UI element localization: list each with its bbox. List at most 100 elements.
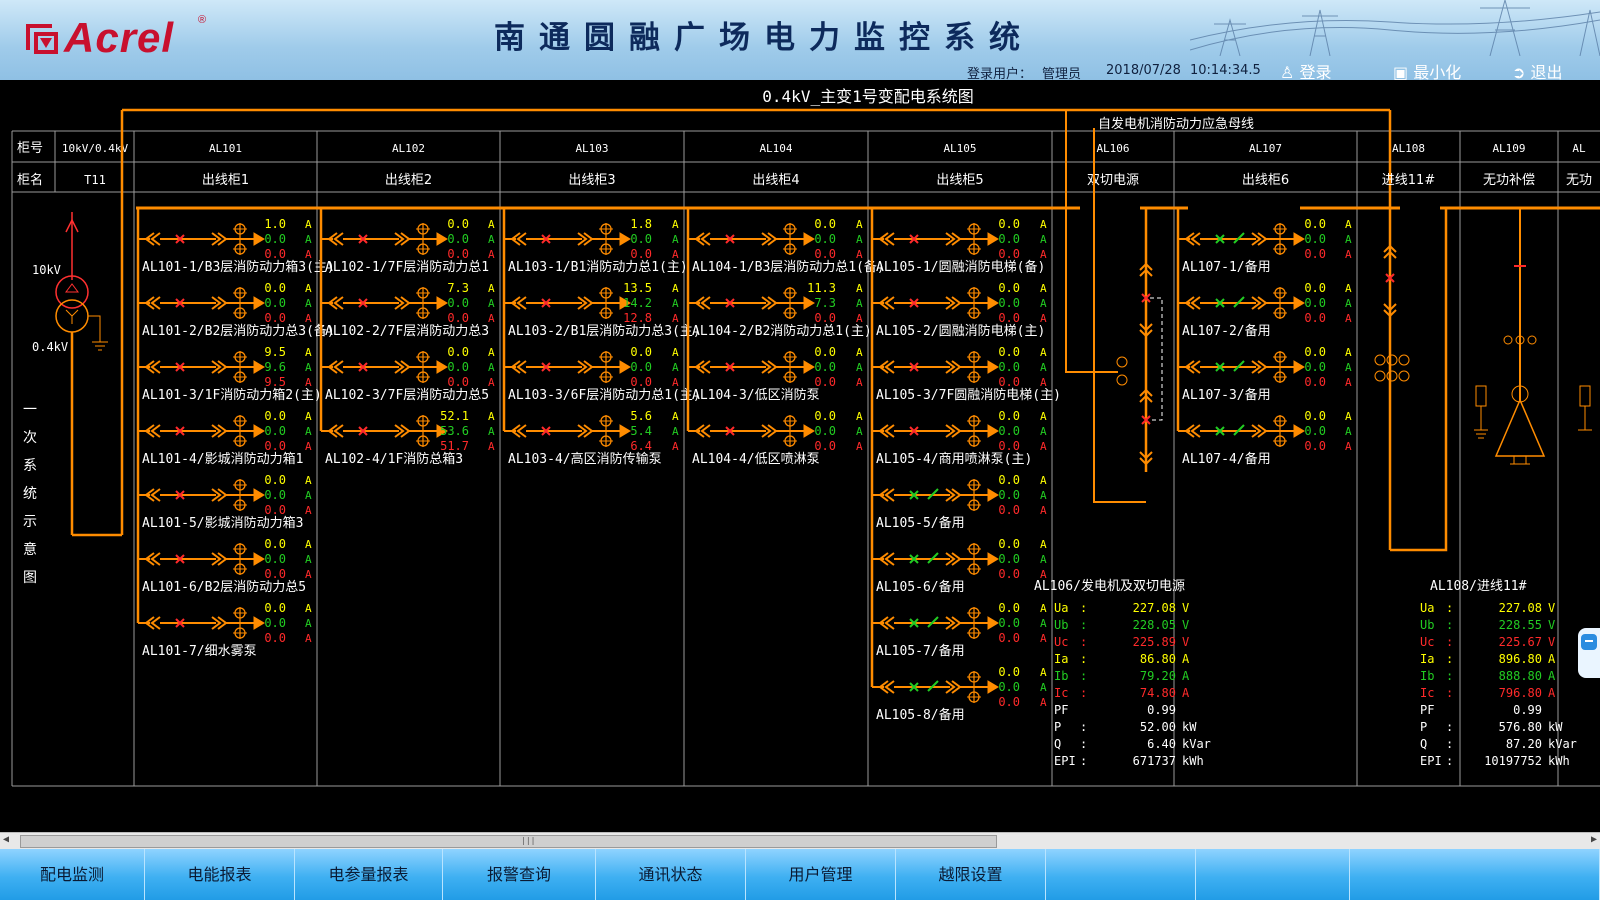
- unit-a: A: [305, 632, 312, 645]
- feeder-label: AL104-2/B2消防动力总1(主): [692, 323, 872, 339]
- feeder-row[interactable]: 0.00.00.0AAAAL105-7/备用: [872, 601, 1047, 659]
- meter-value: 227.08: [1133, 601, 1176, 615]
- feeder-label: AL101-6/B2层消防动力总5: [142, 579, 306, 595]
- nav-item[interactable]: 配电监测: [0, 849, 145, 900]
- feeder-row[interactable]: 0.00.00.0AAAAL102-1/7F层消防动力总1: [321, 217, 495, 275]
- phase-c-current: 0.0: [814, 375, 836, 389]
- transformer-cabinet-no: 10kV/0.4kV: [62, 142, 129, 155]
- feeder-row[interactable]: 52.153.651.7AAAAL102-4/1F消防总箱3: [321, 409, 495, 467]
- unit-a: A: [856, 410, 863, 423]
- feeder-row[interactable]: 7.30.00.0AAAAL102-2/7F层消防动力总3: [321, 281, 495, 339]
- unit-a: A: [1345, 425, 1352, 438]
- phase-a-current: 0.0: [998, 281, 1020, 295]
- nav-item[interactable]: [1046, 849, 1196, 900]
- side-chat-tab[interactable]: [1578, 628, 1600, 678]
- unit-a: A: [672, 218, 679, 231]
- feeder-row[interactable]: 0.00.00.0AAAAL105-8/备用: [872, 665, 1047, 723]
- phase-c-current: 0.0: [630, 375, 652, 389]
- login-button[interactable]: ♙ 登录: [1280, 59, 1331, 80]
- phase-c-current: 0.0: [1304, 439, 1326, 453]
- nav-item[interactable]: [1196, 849, 1350, 900]
- meter-value: 225.89: [1133, 635, 1176, 649]
- phase-a-current: 11.3: [807, 281, 836, 295]
- feeder-row[interactable]: 0.00.00.0AAAAL107-2/备用: [1178, 281, 1352, 339]
- minimize-button[interactable]: ▣ 最小化: [1393, 59, 1461, 80]
- exit-button[interactable]: ➲ 退出: [1512, 59, 1563, 80]
- arrow-icon: [253, 360, 265, 374]
- feeder-label: AL107-2/备用: [1182, 323, 1271, 339]
- feeder-row[interactable]: 0.00.00.0AAAAL101-6/B2层消防动力总5: [138, 537, 312, 595]
- feeder-row[interactable]: 0.00.00.0AAAAL107-1/备用: [1178, 217, 1352, 275]
- feeder-row[interactable]: 0.00.00.0AAAAL104-4/低区喷淋泵: [688, 409, 863, 467]
- exit-icon: ➲: [1512, 63, 1526, 80]
- phase-c-current: 51.7: [440, 439, 469, 453]
- registered-mark: ®: [198, 14, 207, 26]
- unit-a: A: [305, 361, 312, 374]
- feeder-row[interactable]: 5.65.46.4AAAAL103-4/高区消防传输泵: [504, 409, 679, 467]
- nav-item[interactable]: 越限设置: [896, 849, 1046, 900]
- feeder-row[interactable]: 0.00.00.0AAAAL105-1/圆融消防电梯(备): [872, 217, 1047, 275]
- scroll-left-icon[interactable]: ◀: [3, 834, 15, 847]
- unit-a: A: [1040, 361, 1047, 374]
- feeder-row[interactable]: 0.00.00.0AAAAL101-4/影城消防动力箱1: [138, 409, 312, 467]
- meter-value: 888.80: [1499, 669, 1542, 683]
- phase-a-current: 0.0: [998, 217, 1020, 231]
- feeder-row[interactable]: 0.00.00.0AAAAL104-1/B3层消防动力总1(备): [688, 217, 885, 275]
- horizontal-scrollbar[interactable]: ◀ ||| ▶: [0, 832, 1600, 849]
- unit-a: A: [1345, 376, 1352, 389]
- feeder-row[interactable]: 0.00.00.0AAAAL105-5/备用: [872, 473, 1047, 531]
- feeder-row[interactable]: 11.37.30.0AAAAL104-2/B2消防动力总1(主): [688, 281, 872, 339]
- feeder-row[interactable]: 1.80.00.0AAAAL103-1/B1消防动力总1(主): [504, 217, 688, 275]
- phase-c-current: 0.0: [447, 311, 469, 325]
- ct-icon: [1386, 354, 1398, 366]
- feeder-row[interactable]: 0.00.00.0AAAAL104-3/低区消防泵: [688, 345, 863, 403]
- feeder-row[interactable]: 1.00.00.0AAAAL101-1/B3层消防动力箱3(主): [138, 217, 335, 275]
- scroll-thumb[interactable]: |||: [20, 835, 997, 848]
- cabinet-name: 出线柜4: [752, 173, 799, 188]
- ct-icon: [1374, 354, 1386, 366]
- meter-sep: :: [1080, 601, 1087, 615]
- meter-unit: A: [1548, 652, 1556, 666]
- unit-a: A: [672, 425, 679, 438]
- feeder-row[interactable]: 0.00.00.0AAAAL105-6/备用: [872, 537, 1047, 595]
- feeder-row[interactable]: 0.00.00.0AAAAL105-2/圆融消防电梯(主): [872, 281, 1047, 339]
- unit-a: A: [1345, 233, 1352, 246]
- unit-a: A: [305, 410, 312, 423]
- scroll-right-icon[interactable]: ▶: [1585, 834, 1597, 847]
- nav-item[interactable]: 报警查询: [443, 849, 596, 900]
- meter-value: 228.55: [1499, 618, 1542, 632]
- arrow-icon: [1293, 232, 1305, 246]
- nav-item[interactable]: 用户管理: [746, 849, 896, 900]
- nav-item[interactable]: 电参量报表: [295, 849, 443, 900]
- feeder-row[interactable]: 0.00.00.0AAAAL107-3/备用: [1178, 345, 1352, 403]
- feeder-row[interactable]: 0.00.00.0AAAAL102-3/7F层消防动力总5: [321, 345, 495, 403]
- meter-value: 10197752: [1484, 754, 1542, 768]
- unit-a: A: [305, 233, 312, 246]
- feeder-row[interactable]: 0.00.00.0AAAAL105-4/商用喷淋泵(主): [872, 409, 1047, 467]
- ct-icon: [1374, 370, 1386, 382]
- feeder-row[interactable]: 0.00.00.0AAAAL105-3/7F圆融消防电梯(主): [872, 345, 1061, 403]
- feeder-label: AL105-4/商用喷淋泵(主): [876, 452, 1032, 467]
- feeder-row[interactable]: 0.00.00.0AAAAL101-5/影城消防动力箱3: [138, 473, 312, 531]
- feeder-row[interactable]: 0.00.00.0AAAAL103-3/6F层消防动力总1(主): [504, 345, 701, 403]
- nav-item[interactable]: 通讯状态: [596, 849, 746, 900]
- feeder-row[interactable]: 0.00.00.0AAAAL107-4/备用: [1178, 409, 1352, 467]
- minimize-icon: ▣: [1393, 63, 1409, 80]
- arrow-icon: [803, 296, 815, 310]
- cabinet-no: AL: [1572, 142, 1586, 155]
- nav-item[interactable]: [1350, 849, 1600, 900]
- feeder-row[interactable]: 9.59.69.5AAAAL101-3/1F消防动力箱2(主): [138, 345, 322, 403]
- feeder-label: AL103-1/B1消防动力总1(主): [508, 259, 688, 275]
- unit-a: A: [488, 425, 495, 438]
- feeder-row[interactable]: 0.00.00.0AAAAL101-2/B2层消防动力总3(备): [138, 281, 335, 339]
- dual-switch-diagram: [1065, 110, 1163, 503]
- primary-system-side-label: 一次系统示意图: [23, 402, 37, 586]
- feeder-row[interactable]: 0.00.00.0AAAAL101-7/细水雾泵: [138, 601, 312, 659]
- meter-key: Ic: [1054, 686, 1068, 700]
- feeder-label: AL103-4/高区消防传输泵: [508, 451, 662, 467]
- feeder-row[interactable]: 13.514.212.8AAAAL103-2/B1层消防动力总3(主): [504, 281, 701, 339]
- nav-item[interactable]: 电能报表: [145, 849, 295, 900]
- meter-sep: :: [1080, 652, 1087, 666]
- feeder-label: AL101-1/B3层消防动力箱3(主): [142, 259, 335, 275]
- phase-b-current: 0.0: [998, 552, 1020, 566]
